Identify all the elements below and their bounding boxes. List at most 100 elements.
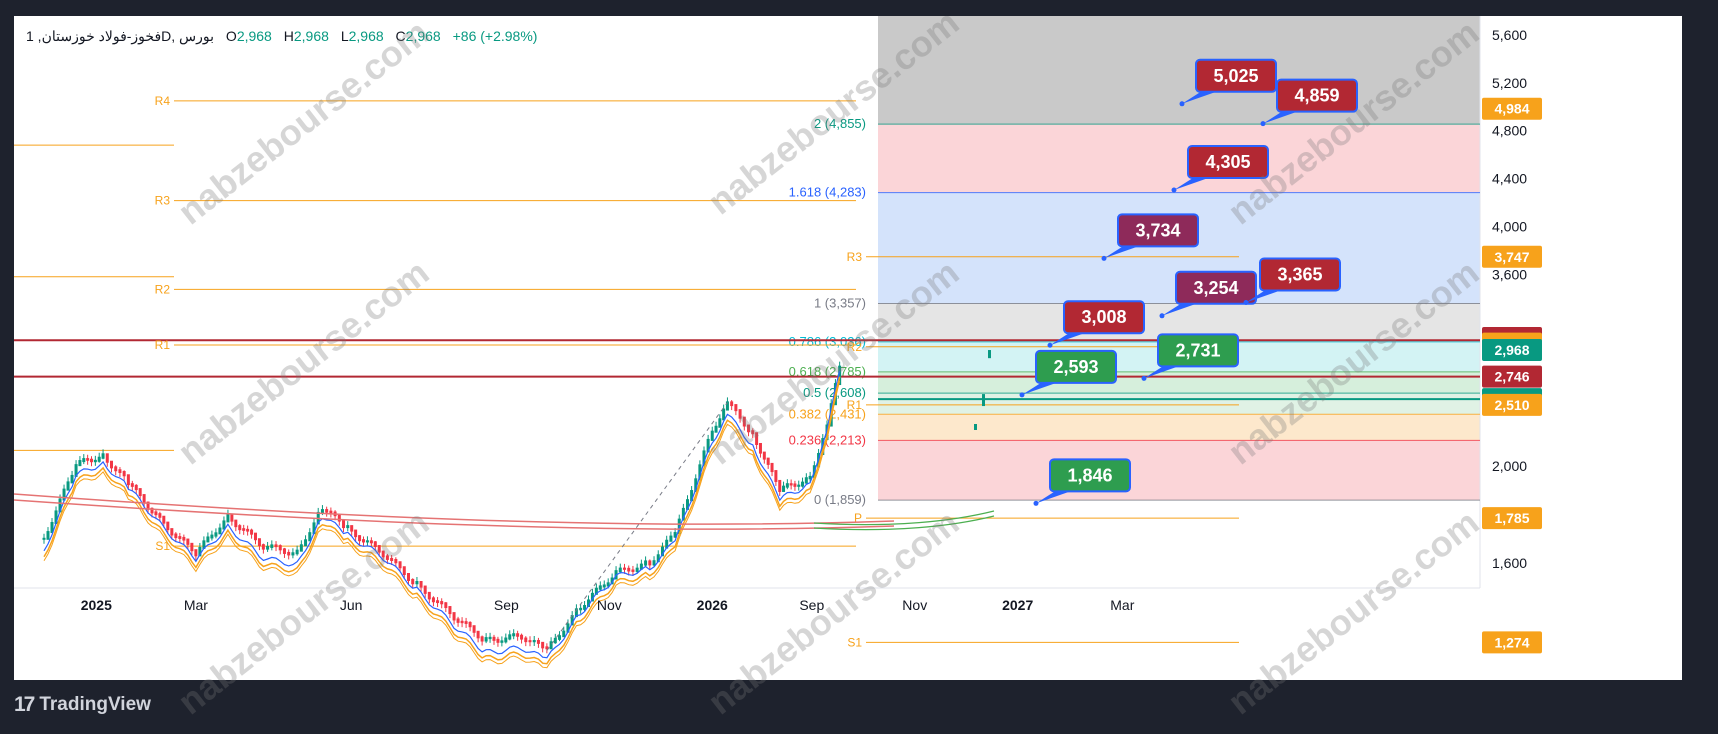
- candle-body: [114, 466, 118, 472]
- candle-body: [448, 606, 452, 615]
- candle-body: [602, 584, 606, 588]
- target-label: 3,008: [1081, 307, 1126, 327]
- candle-body: [440, 601, 444, 605]
- target-anchor: [1141, 375, 1147, 381]
- pivot-label: R1: [155, 338, 171, 352]
- candle-body: [504, 637, 508, 643]
- candle-body: [274, 544, 278, 548]
- candle-body: [278, 545, 282, 551]
- target-anchor: [1033, 500, 1039, 506]
- pivot-label: S1: [847, 635, 862, 649]
- symbol-header: فخوز-فولاد خوزستان, 1D, بورس O2,968 H2,9…: [26, 28, 537, 45]
- candle-body: [480, 636, 484, 642]
- candle-body: [648, 560, 652, 566]
- candle-body: [89, 458, 93, 463]
- fib-zone: [878, 371, 1480, 394]
- candle-body: [789, 483, 793, 486]
- target-anchor: [1243, 300, 1249, 306]
- price-badge-label: 4,984: [1494, 101, 1529, 117]
- candle-body: [194, 549, 198, 557]
- fib-label: 1 (3,357): [814, 295, 866, 310]
- candle-body: [105, 453, 109, 463]
- candle-body: [174, 533, 178, 539]
- target-label: 3,365: [1277, 265, 1322, 285]
- candle-body: [444, 602, 448, 609]
- candle-body: [423, 585, 427, 594]
- candle-body: [242, 528, 246, 531]
- fib-zone: [878, 124, 1480, 193]
- price-tick-label: 5,600: [1492, 27, 1527, 43]
- candle-body: [238, 525, 242, 531]
- close-value: 2,968: [405, 28, 441, 44]
- candle-body: [579, 607, 583, 611]
- candle-body: [230, 513, 234, 522]
- candle-body: [130, 483, 134, 487]
- candle-body: [782, 485, 786, 492]
- target-anchor: [1179, 101, 1185, 107]
- candle-body: [158, 513, 162, 518]
- candle-body: [524, 637, 528, 643]
- candle-body: [669, 535, 673, 542]
- candle-body: [110, 460, 113, 469]
- target-label: 3,254: [1193, 278, 1238, 298]
- candle-body: [508, 634, 512, 640]
- candle-body: [644, 560, 648, 566]
- price-tick-label: 4,400: [1492, 171, 1527, 187]
- fib-label: 1.618 (4,283): [789, 185, 866, 200]
- tradingview-logo[interactable]: 17 TradingView: [14, 693, 151, 717]
- target-label: 3,734: [1135, 220, 1180, 240]
- candle-body: [398, 561, 402, 569]
- candle-body: [390, 557, 394, 561]
- chart-svg[interactable]: 2 (4,855)1.618 (4,283)1 (3,357)0.786 (3,…: [14, 16, 1682, 680]
- candle-body: [411, 578, 415, 585]
- price-badge-label: 1,785: [1494, 510, 1529, 526]
- open-label: O: [225, 28, 237, 44]
- time-tick-label: Nov: [597, 597, 622, 613]
- high-value: 2,968: [293, 28, 329, 44]
- candle-body: [214, 532, 218, 537]
- candle-body: [718, 418, 722, 428]
- symbol-name: فخوز-فولاد خوزستان, 1D, بورس: [26, 28, 215, 44]
- candle-body: [766, 457, 770, 465]
- candle-body: [170, 528, 174, 536]
- candle-body: [261, 544, 265, 550]
- pivot-label: R1: [847, 398, 863, 412]
- candle-body: [558, 635, 562, 640]
- target-label: 2,593: [1053, 357, 1098, 377]
- candle-body: [266, 545, 270, 550]
- open-value: 2,968: [236, 28, 272, 44]
- candle-body: [377, 545, 381, 553]
- candle-body: [381, 550, 385, 558]
- target-anchor: [1047, 342, 1053, 348]
- candle-body: [118, 469, 122, 474]
- candle-body: [419, 580, 423, 588]
- candle-body: [464, 621, 468, 624]
- candle-body: [778, 479, 782, 492]
- target-label: 5,025: [1213, 66, 1258, 86]
- fib-zone: [878, 393, 1480, 415]
- close-label: C: [395, 28, 406, 44]
- candle-body: [226, 513, 230, 523]
- candle-body: [627, 567, 631, 572]
- candle-body: [974, 424, 977, 430]
- time-tick-label: 2027: [1002, 597, 1033, 613]
- low-label: L: [340, 28, 349, 44]
- target-label: 4,305: [1205, 152, 1250, 172]
- target-anchor: [1260, 121, 1266, 127]
- candle-body: [415, 580, 419, 585]
- candle-body: [512, 633, 516, 637]
- price-badge-label: 2,746: [1494, 369, 1529, 385]
- candle-body: [66, 481, 70, 491]
- candle-body: [78, 460, 82, 467]
- low-value: 2,968: [348, 28, 384, 44]
- target-label: 1,846: [1067, 465, 1112, 485]
- candle-body: [793, 483, 797, 487]
- high-label: H: [283, 28, 294, 44]
- candle-body: [134, 484, 138, 491]
- price-tick-label: 5,200: [1492, 75, 1527, 91]
- chart-panel[interactable]: 2 (4,855) 1.618 (4,283) 1 (3,357) 0.786 (3,…: [14, 16, 1682, 680]
- candle-body: [631, 569, 635, 572]
- candle-body: [257, 538, 261, 547]
- candle-body: [246, 528, 250, 532]
- candle-body: [186, 538, 190, 545]
